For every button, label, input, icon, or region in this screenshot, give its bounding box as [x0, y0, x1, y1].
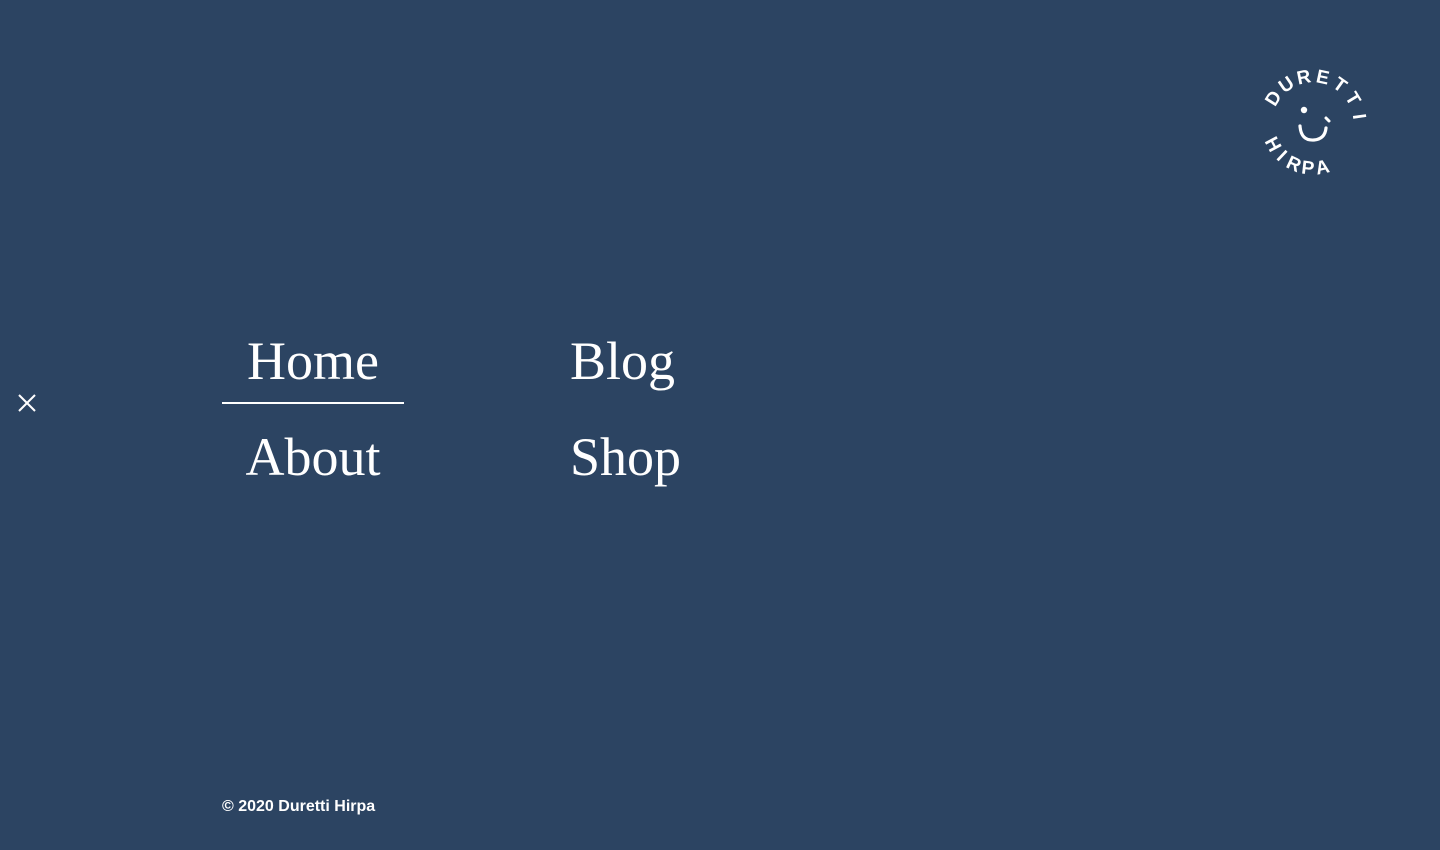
site-logo[interactable]: DURETTI HIRPA [1252, 62, 1374, 184]
copyright-text: © 2020 Duretti Hirpa [222, 798, 376, 815]
logo-letter: R [1295, 66, 1313, 89]
logo-text-bottom: HIRPA [1260, 134, 1332, 180]
logo-letter: A [1314, 156, 1332, 179]
close-icon [18, 394, 36, 412]
logo-text-top: DUR ETTI [1261, 66, 1369, 120]
smiley-face-icon [1298, 106, 1331, 142]
nav-link-home[interactable]: Home [222, 326, 404, 396]
logo-letter: E [1314, 66, 1331, 89]
logo-letter: I [1348, 113, 1370, 121]
nav-link-blog[interactable]: Blog [570, 326, 675, 396]
nav-link-shop[interactable]: Shop [570, 422, 681, 492]
active-nav-underline [222, 402, 404, 404]
logo-letter: T [1340, 89, 1364, 110]
close-menu-button[interactable] [13, 389, 41, 417]
nav-link-about[interactable]: About [222, 422, 404, 492]
logo-letter: T [1329, 74, 1351, 98]
